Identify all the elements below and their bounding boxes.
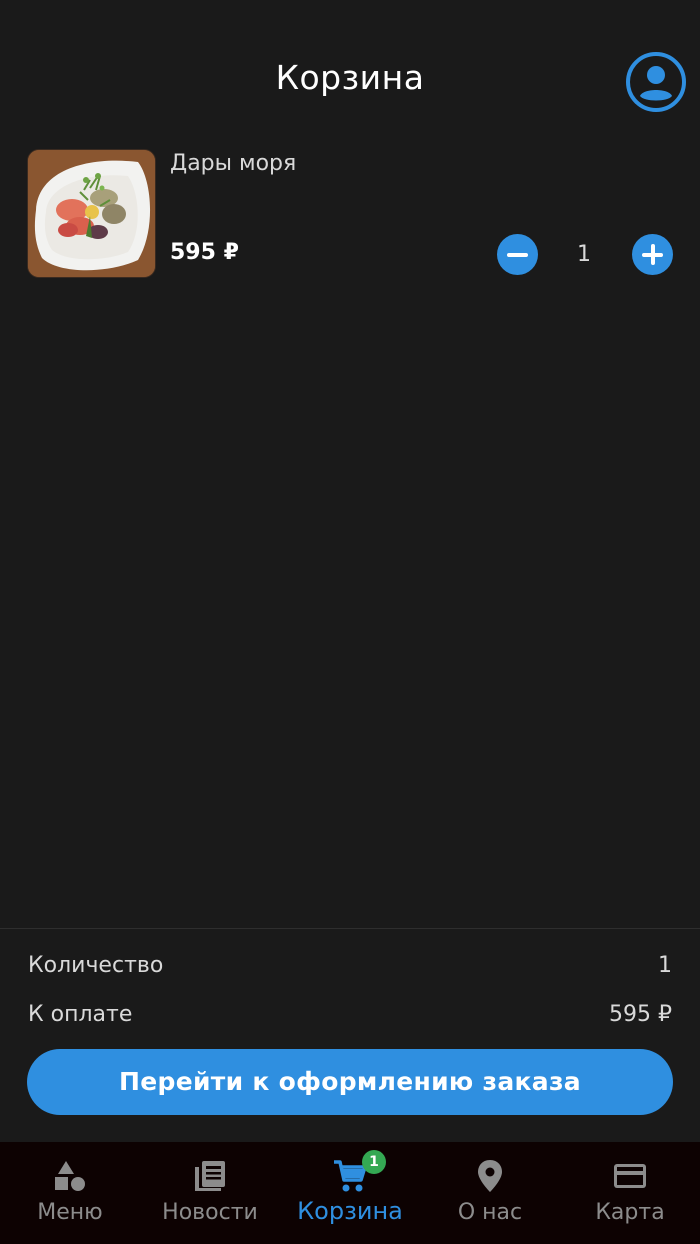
increase-quantity-button[interactable] — [632, 234, 673, 275]
quantity-label: Количество — [28, 953, 164, 978]
nav-item-menu[interactable]: Меню — [0, 1142, 140, 1244]
item-price: 595 ₽ — [170, 240, 239, 265]
cart-item: Дары моря 595 ₽ 1 — [27, 149, 675, 279]
nav-label-cart: Корзина — [297, 1197, 403, 1225]
cart-count-badge: 1 — [362, 1150, 386, 1174]
summary-quantity-row: Количество 1 — [28, 953, 672, 983]
nav-item-card[interactable]: Карта — [560, 1142, 700, 1244]
header: Корзина — [0, 0, 700, 140]
nav-item-news[interactable]: Новости — [140, 1142, 280, 1244]
quantity-total: 1 — [658, 953, 672, 978]
nav-label-about: О нас — [457, 1200, 523, 1225]
shapes-icon — [55, 1161, 85, 1191]
bottom-navigation: Меню Новости Корзина 1 О нас Карта — [0, 1142, 700, 1244]
quantity-value: 1 — [577, 242, 591, 267]
page-title: Корзина — [275, 58, 425, 97]
checkout-button[interactable]: Перейти к оформлению заказа — [27, 1049, 673, 1115]
order-summary: Количество 1 К оплате 595 ₽ Перейти к оф… — [0, 928, 700, 1143]
total-label: К оплате — [28, 1002, 133, 1027]
nav-label-news: Новости — [162, 1200, 258, 1225]
seafood-dish-photo — [28, 150, 155, 277]
minus-icon — [507, 252, 528, 257]
decrease-quantity-button[interactable] — [497, 234, 538, 275]
nav-label-card: Карта — [595, 1200, 665, 1225]
profile-button[interactable] — [625, 51, 687, 113]
account-circle-icon — [626, 52, 686, 112]
nav-item-about[interactable]: О нас — [420, 1142, 560, 1244]
cart-screen: Корзина Дары моря 595 ₽ 1 Количество 1 К… — [0, 0, 700, 1244]
summary-total-row: К оплате 595 ₽ — [28, 1002, 672, 1032]
newspaper-icon — [195, 1161, 225, 1191]
nav-label-menu: Меню — [37, 1200, 103, 1225]
total-value: 595 ₽ — [609, 1002, 672, 1027]
item-image[interactable] — [27, 149, 156, 278]
nav-item-cart[interactable]: Корзина — [280, 1142, 420, 1244]
credit-card-icon — [614, 1164, 646, 1188]
item-name: Дары моря — [170, 151, 297, 176]
plus-icon-bar-vertical — [650, 244, 655, 265]
location-pin-icon — [478, 1160, 502, 1192]
